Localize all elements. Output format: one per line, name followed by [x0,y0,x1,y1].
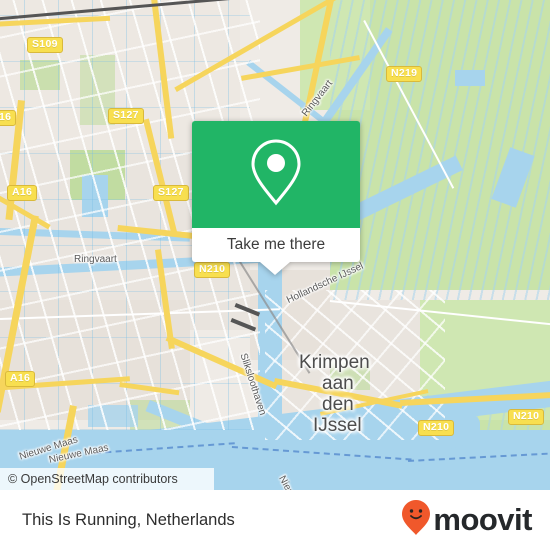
map-attribution[interactable]: © OpenStreetMap contributors [0,468,214,490]
road-shield: A16 [5,371,36,387]
moovit-pin-smiley-icon [401,499,431,542]
map-canvas[interactable]: Ringvaart Ringvaart Hollandsche IJssel S… [0,0,550,490]
location-title: This Is Running, Netherlands [22,510,235,529]
moovit-logo[interactable]: moovit [401,499,532,542]
moovit-wordmark: moovit [433,502,532,537]
attribution-text: © OpenStreetMap contributors [8,472,178,486]
road-shield: S109 [27,37,63,53]
map-pin-icon [248,137,304,212]
road-shield: S127 [153,185,189,201]
footer-bar: This Is Running, Netherlands moovit [0,490,550,550]
take-me-there-button[interactable]: Take me there [227,236,325,254]
road-shield: N219 [386,66,423,82]
location-popup[interactable]: Take me there [192,121,360,275]
popup-footer[interactable]: Take me there [192,228,360,262]
road-shield: S127 [108,108,144,124]
road-shield: N210 [508,409,545,425]
road-shield: 16 [0,110,17,126]
popup-pointer [260,262,290,275]
road-shield: N210 [194,262,231,278]
popup-header [192,121,360,228]
map-screenshot: Ringvaart Ringvaart Hollandsche IJssel S… [0,0,550,550]
road-shield: A16 [7,185,38,201]
road-shield: N210 [418,420,455,436]
